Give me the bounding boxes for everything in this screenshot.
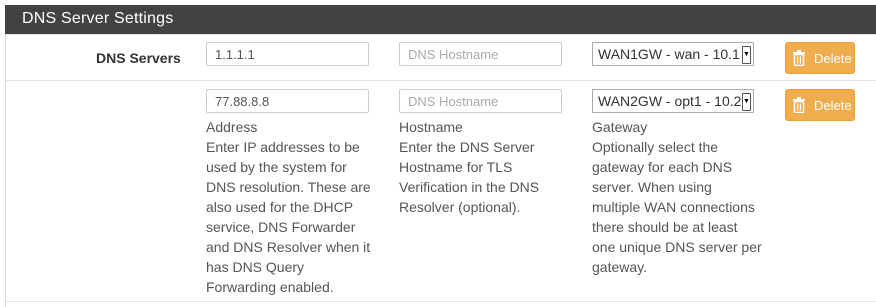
help-line: used by the system for [206, 159, 347, 175]
help-line: also used for the DHCP [206, 199, 354, 215]
address-help-text: Enter IP addresses to be used by the sys… [206, 137, 371, 297]
section-title: DNS Server Settings [22, 10, 174, 27]
hostname-help-text: Enter the DNS Server Hostname for TLS Ve… [399, 137, 539, 217]
help-line: Enter the DNS Server [399, 139, 535, 155]
dns-servers-label: DNS Servers [96, 50, 181, 66]
dns-hostname-input-1[interactable] [399, 42, 562, 66]
dns-address-input-1[interactable] [206, 42, 369, 66]
chevron-down-icon: ▼ [742, 46, 751, 64]
gateway-help-title: Gateway [592, 119, 648, 135]
delete-button-label: Delete [814, 50, 852, 66]
panel-border [5, 34, 6, 307]
help-line: DNS resolution. These are [206, 179, 371, 195]
delete-button-2[interactable]: Delete [785, 89, 855, 121]
help-line: Optionally select the [592, 139, 719, 155]
dns-address-input-2[interactable] [206, 89, 369, 113]
trash-icon [793, 97, 805, 113]
gateway-select-2[interactable]: WAN2GW - opt1 - 10.2 ▼ [592, 89, 754, 113]
row-separator [6, 301, 876, 302]
help-line: one unique DNS server per [592, 239, 762, 255]
help-line: gateway. [592, 259, 647, 275]
gateway-select-1[interactable]: WAN1GW - wan - 10.1 ▼ [592, 42, 754, 66]
help-line: has DNS Query [206, 259, 305, 275]
help-line: multiple WAN connections [592, 199, 755, 215]
address-help-title: Address [206, 119, 258, 135]
help-line: Verification in the DNS [399, 179, 540, 195]
help-line: there should be at least [592, 219, 738, 235]
gateway-help-text: Optionally select the gateway for each D… [592, 137, 762, 277]
gateway-select-value: WAN2GW - opt1 - 10.2 [598, 93, 742, 109]
help-line: Resolver (optional). [399, 199, 521, 215]
help-line: server. When using [592, 179, 712, 195]
help-line: service, DNS Forwarder [206, 219, 356, 235]
delete-button-1[interactable]: Delete [785, 42, 855, 74]
dns-hostname-input-2[interactable] [399, 89, 562, 113]
chevron-down-icon: ▼ [742, 93, 751, 111]
row-separator [6, 80, 876, 81]
help-line: Hostname for TLS [399, 159, 513, 175]
hostname-help-title: Hostname [399, 119, 463, 135]
delete-button-label: Delete [814, 97, 852, 113]
help-line: Enter IP addresses to be [206, 139, 360, 155]
help-line: gateway for each DNS [592, 159, 733, 175]
gateway-select-value: WAN1GW - wan - 10.1 [598, 46, 740, 62]
help-line: Forwarding enabled. [206, 279, 334, 295]
row-separator [6, 34, 876, 35]
help-line: and DNS Resolver when it [206, 239, 371, 255]
trash-icon [793, 50, 805, 66]
panel-heading: DNS Server Settings [5, 5, 876, 34]
